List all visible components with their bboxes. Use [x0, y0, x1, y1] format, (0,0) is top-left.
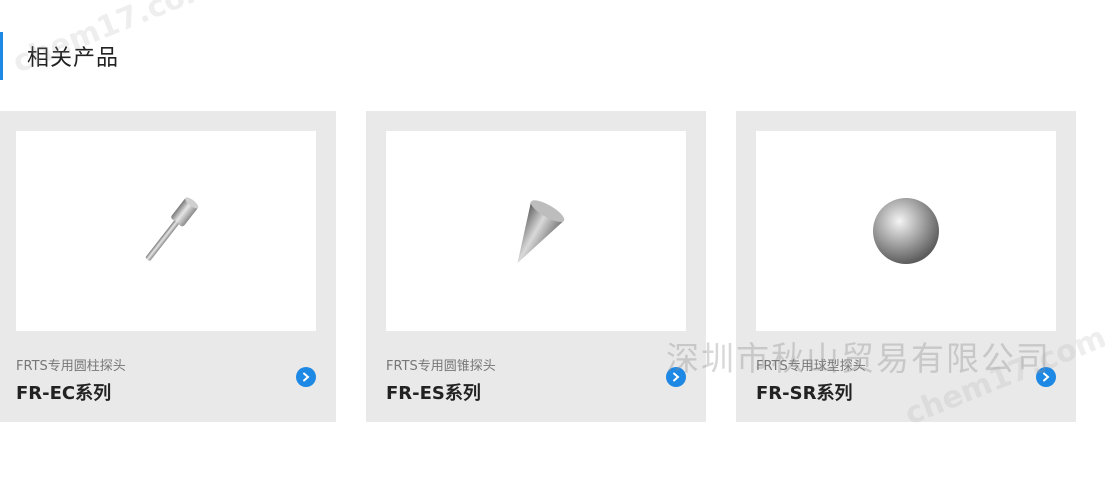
product-name[interactable]: FR-ES系列: [386, 379, 481, 405]
product-card-ec[interactable]: FRTS专用圆柱探头 FR-EC系列: [0, 111, 336, 422]
chevron-right-icon[interactable]: [296, 367, 316, 387]
product-image[interactable]: [386, 131, 686, 331]
product-name[interactable]: FR-EC系列: [16, 379, 111, 405]
sphere-probe-tip-icon: [873, 198, 939, 264]
product-card-es[interactable]: FRTS专用圆锥探头 FR-ES系列: [366, 111, 706, 422]
product-card-sr[interactable]: FRTS专用球型探头 FR-SR系列: [736, 111, 1076, 422]
product-subtitle: FRTS专用球型探头: [756, 359, 866, 374]
chevron-right-icon[interactable]: [1036, 367, 1056, 387]
section-header: 相关产品: [0, 32, 119, 80]
product-image[interactable]: [756, 131, 1056, 331]
product-subtitle: FRTS专用圆柱探头: [16, 359, 126, 374]
product-image[interactable]: [16, 131, 316, 331]
chevron-right-icon[interactable]: [666, 367, 686, 387]
product-name[interactable]: FR-SR系列: [756, 379, 852, 405]
cylinder-probe-tip-icon: [145, 197, 199, 261]
cone-probe-tip-icon: [517, 200, 565, 264]
section-title: 相关产品: [27, 46, 120, 71]
product-subtitle: FRTS专用圆锥探头: [386, 359, 496, 374]
